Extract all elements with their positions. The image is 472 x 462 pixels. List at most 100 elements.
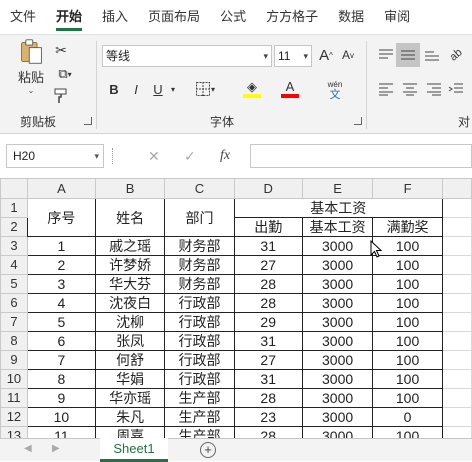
align-bottom-button[interactable] — [420, 45, 444, 65]
row-header[interactable]: 2 — [0, 217, 28, 237]
align-middle-button[interactable] — [396, 43, 420, 67]
tab-insert[interactable]: 插入 — [92, 0, 138, 34]
worksheet-grid[interactable]: A B C D E F 1 序号 姓名 部门 基本工资 2 出勤 基本工资 满勤… — [0, 178, 472, 438]
font-size-dropdown[interactable]: 11 ▾ — [274, 45, 312, 67]
cell-a[interactable]: 8 — [26, 369, 96, 389]
cell-f[interactable]: 100 — [372, 331, 443, 351]
align-left-button[interactable] — [374, 79, 398, 99]
column-header[interactable]: E — [301, 178, 374, 199]
cell-e[interactable]: 3000 — [301, 407, 374, 427]
cell-d[interactable]: 27 — [233, 350, 303, 370]
cell-f[interactable]: 100 — [372, 236, 443, 256]
cell-d[interactable]: 23 — [233, 407, 303, 427]
row-header[interactable]: 8 — [0, 331, 28, 351]
clipboard-launcher-icon[interactable] — [84, 117, 92, 125]
cell-header-attendance[interactable]: 出勤 — [233, 217, 303, 237]
column-header[interactable]: B — [94, 178, 166, 199]
row-header[interactable]: 9 — [0, 350, 28, 370]
cut-button[interactable]: ✂ — [52, 41, 70, 59]
cell-e[interactable]: 3000 — [301, 274, 374, 294]
cell-b[interactable]: 华亦瑶 — [94, 388, 166, 408]
cell-e[interactable]: 3000 — [301, 426, 374, 438]
row-header[interactable]: 11 — [0, 388, 28, 408]
cell-d[interactable]: 31 — [233, 369, 303, 389]
cell-c[interactable]: 行政部 — [164, 331, 235, 351]
cell-a[interactable]: 10 — [26, 407, 96, 427]
cell-c[interactable]: 行政部 — [164, 293, 235, 313]
cell[interactable] — [441, 350, 472, 370]
cell-d[interactable]: 28 — [233, 388, 303, 408]
cell-d[interactable]: 29 — [233, 312, 303, 332]
sheet-tab-sheet1[interactable]: Sheet1 — [100, 438, 168, 462]
cell-a[interactable]: 2 — [26, 255, 96, 275]
cell-f[interactable]: 100 — [372, 293, 443, 313]
cell-b[interactable]: 华娟 — [94, 369, 166, 389]
cell-f[interactable]: 100 — [372, 426, 443, 438]
cell-c[interactable]: 生产部 — [164, 407, 235, 427]
bold-button[interactable]: B — [106, 79, 122, 99]
column-header[interactable]: C — [164, 178, 235, 199]
add-sheet-button[interactable]: + — [200, 442, 216, 458]
cell-b[interactable]: 何舒 — [94, 350, 166, 370]
increase-font-size-button[interactable]: A ^ — [318, 45, 334, 65]
cell-d[interactable]: 27 — [233, 255, 303, 275]
cell-c[interactable]: 财务部 — [164, 274, 235, 294]
cell-d[interactable]: 28 — [233, 293, 303, 313]
cell-b[interactable]: 戚之瑶 — [94, 236, 166, 256]
fill-color-button[interactable]: ◈ — [238, 77, 266, 101]
cell-e[interactable]: 3000 — [301, 388, 374, 408]
column-header[interactable]: A — [26, 178, 96, 199]
cell-a[interactable]: 1 — [26, 236, 96, 256]
cell-e[interactable]: 3000 — [301, 331, 374, 351]
align-right-button[interactable] — [422, 79, 446, 99]
paste-button[interactable]: 粘贴 ⌄ — [12, 39, 50, 95]
format-painter-button[interactable] — [52, 87, 70, 105]
cell-f[interactable]: 0 — [372, 407, 443, 427]
cell-d[interactable]: 31 — [233, 331, 303, 351]
tab-fangfang-gezi[interactable]: 方方格子 — [256, 0, 328, 34]
cell-header-dept[interactable]: 部门 — [164, 198, 235, 237]
name-box[interactable]: H20 ▾ — [6, 144, 104, 168]
cell[interactable] — [441, 388, 472, 408]
formula-bar-grip[interactable] — [112, 148, 116, 164]
cell-c[interactable]: 行政部 — [164, 369, 235, 389]
cell-b[interactable]: 张凤 — [94, 331, 166, 351]
row-header[interactable]: 13 — [0, 426, 28, 438]
font-color-button[interactable]: A — [276, 77, 304, 101]
row-header[interactable]: 5 — [0, 274, 28, 294]
decrease-indent-button[interactable] — [446, 79, 466, 99]
cell-a[interactable]: 4 — [26, 293, 96, 313]
cell-a[interactable]: 3 — [26, 274, 96, 294]
cell-b[interactable]: 沈夜白 — [94, 293, 166, 313]
cell-header-base-salary-group[interactable]: 基本工资 — [233, 198, 443, 218]
tab-home[interactable]: 开始 — [46, 0, 92, 34]
decrease-font-size-button[interactable]: Av — [340, 45, 356, 65]
cell-f[interactable]: 100 — [372, 369, 443, 389]
confirm-entry-button[interactable]: ✓ — [184, 144, 196, 168]
row-header[interactable]: 12 — [0, 407, 28, 427]
cell-header-seq[interactable]: 序号 — [26, 198, 96, 237]
borders-button[interactable]: ▾ — [192, 79, 218, 99]
cell-a[interactable]: 7 — [26, 350, 96, 370]
row-header[interactable]: 1 — [0, 198, 28, 218]
cell-a[interactable]: 11 — [26, 426, 96, 438]
row-header[interactable]: 10 — [0, 369, 28, 389]
next-sheet-icon[interactable]: ▶ — [52, 443, 60, 454]
column-header[interactable] — [441, 178, 472, 199]
cell-c[interactable]: 财务部 — [164, 236, 235, 256]
cell[interactable] — [441, 255, 472, 275]
tab-review[interactable]: 审阅 — [374, 0, 420, 34]
underline-button[interactable]: U — [150, 79, 166, 99]
tab-page-layout[interactable]: 页面布局 — [138, 0, 210, 34]
cell[interactable] — [441, 331, 472, 351]
cell[interactable] — [441, 274, 472, 294]
cell[interactable] — [441, 369, 472, 389]
cell-e[interactable]: 3000 — [301, 350, 374, 370]
cell-a[interactable]: 9 — [26, 388, 96, 408]
cell-e[interactable]: 3000 — [301, 236, 374, 256]
cell-d[interactable]: 31 — [233, 236, 303, 256]
underline-dropdown[interactable]: ▾ — [168, 79, 178, 99]
cell-c[interactable]: 行政部 — [164, 312, 235, 332]
cell-header-base-salary[interactable]: 基本工资 — [301, 217, 374, 237]
cancel-entry-button[interactable]: ✕ — [148, 144, 160, 168]
